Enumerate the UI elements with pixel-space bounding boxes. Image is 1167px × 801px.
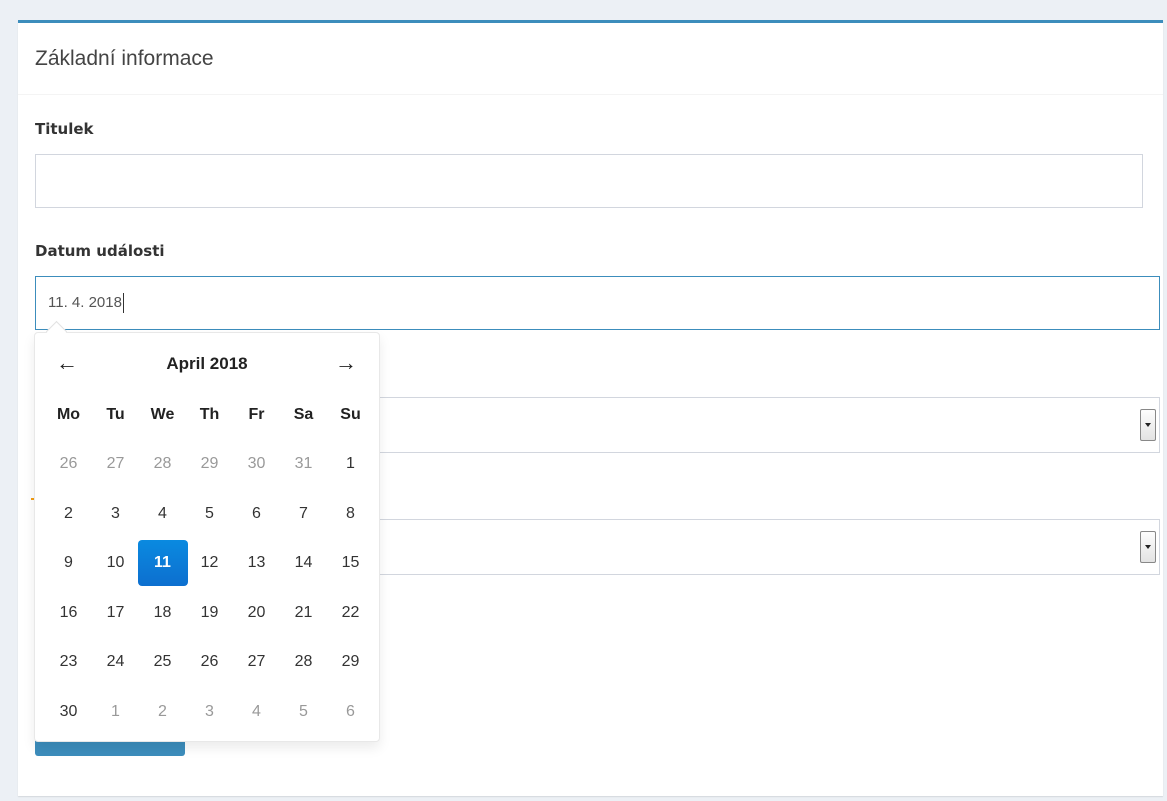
day-cell[interactable]: 10 [92, 538, 139, 588]
day-cell[interactable]: 21 [280, 588, 327, 638]
text-caret [122, 293, 124, 314]
day-cell[interactable]: 30 [233, 439, 280, 489]
next-month-arrow-icon[interactable]: → [331, 349, 361, 379]
box-header: Základní informace [18, 23, 1163, 95]
day-cell[interactable]: 12 [186, 538, 233, 588]
weekday-header: Tu [106, 406, 125, 423]
day-cell[interactable]: 29 [186, 439, 233, 489]
weekday-header: Su [340, 406, 361, 423]
day-cell[interactable]: 28 [280, 637, 327, 687]
date-input-value: 11. 4. 2018 [48, 294, 122, 311]
datepicker-grid: Mo Tu We Th Fr Sa Su 26 27 28 29 30 31 1 2 3 4 5 6 7 8 9 10 11 1… [45, 391, 373, 736]
day-cell[interactable]: 31 [280, 439, 327, 489]
day-cell[interactable]: 1 [327, 439, 374, 489]
day-cell[interactable]: 25 [139, 637, 186, 687]
day-cell[interactable]: 6 [327, 687, 374, 737]
day-cell[interactable]: 16 [45, 588, 92, 638]
day-cell[interactable]: 20 [233, 588, 280, 638]
day-cell[interactable]: 5 [280, 687, 327, 737]
weekday-header: Fr [248, 406, 265, 423]
day-cell[interactable]: 24 [92, 637, 139, 687]
day-cell[interactable]: 4 [233, 687, 280, 737]
day-cell[interactable]: 2 [45, 489, 92, 539]
day-cell[interactable]: 4 [139, 489, 186, 539]
day-cell[interactable]: 13 [233, 538, 280, 588]
day-cell[interactable]: 5 [186, 489, 233, 539]
day-cell[interactable]: 15 [327, 538, 374, 588]
datepicker-popup: ← April 2018 → Mo Tu We Th Fr Sa Su 26 27 28 29 30 3… [34, 320, 380, 742]
day-cell[interactable]: 3 [92, 489, 139, 539]
day-cell[interactable]: 14 [280, 538, 327, 588]
box-title: Základní informace [35, 47, 214, 70]
dropdown-arrow-icon[interactable] [1140, 531, 1156, 563]
day-cell[interactable]: 28 [139, 439, 186, 489]
weekday-header: We [150, 406, 175, 423]
date-input[interactable]: 11. 4. 2018 [35, 276, 1160, 330]
date-label: Datum události [35, 242, 165, 260]
datepicker-header: ← April 2018 → [35, 349, 379, 379]
day-cell[interactable]: 6 [233, 489, 280, 539]
weekday-header: Mo [56, 406, 81, 423]
day-cell[interactable]: 30 [45, 687, 92, 737]
day-cell[interactable]: 26 [186, 637, 233, 687]
title-label: Titulek [35, 120, 94, 138]
day-cell[interactable]: 3 [186, 687, 233, 737]
day-cell[interactable]: 22 [327, 588, 374, 638]
day-cell[interactable]: 27 [92, 439, 139, 489]
weekday-header: Th [199, 406, 220, 423]
day-cell[interactable]: 9 [45, 538, 92, 588]
day-cell[interactable]: 8 [327, 489, 374, 539]
day-cell-selected[interactable]: 11 [137, 540, 188, 586]
day-cell[interactable]: 19 [186, 588, 233, 638]
title-input[interactable] [35, 154, 1143, 208]
day-cell[interactable]: 23 [45, 637, 92, 687]
day-cell[interactable]: 17 [92, 588, 139, 638]
day-cell[interactable]: 26 [45, 439, 92, 489]
day-cell[interactable]: 27 [233, 637, 280, 687]
datepicker-month-title[interactable]: April 2018 [35, 349, 379, 379]
day-cell[interactable]: 1 [92, 687, 139, 737]
day-cell[interactable]: 7 [280, 489, 327, 539]
dropdown-arrow-icon[interactable] [1140, 409, 1156, 441]
day-cell[interactable]: 29 [327, 637, 374, 687]
weekday-header: Sa [293, 406, 314, 423]
day-cell[interactable]: 2 [139, 687, 186, 737]
day-cell[interactable]: 18 [139, 588, 186, 638]
